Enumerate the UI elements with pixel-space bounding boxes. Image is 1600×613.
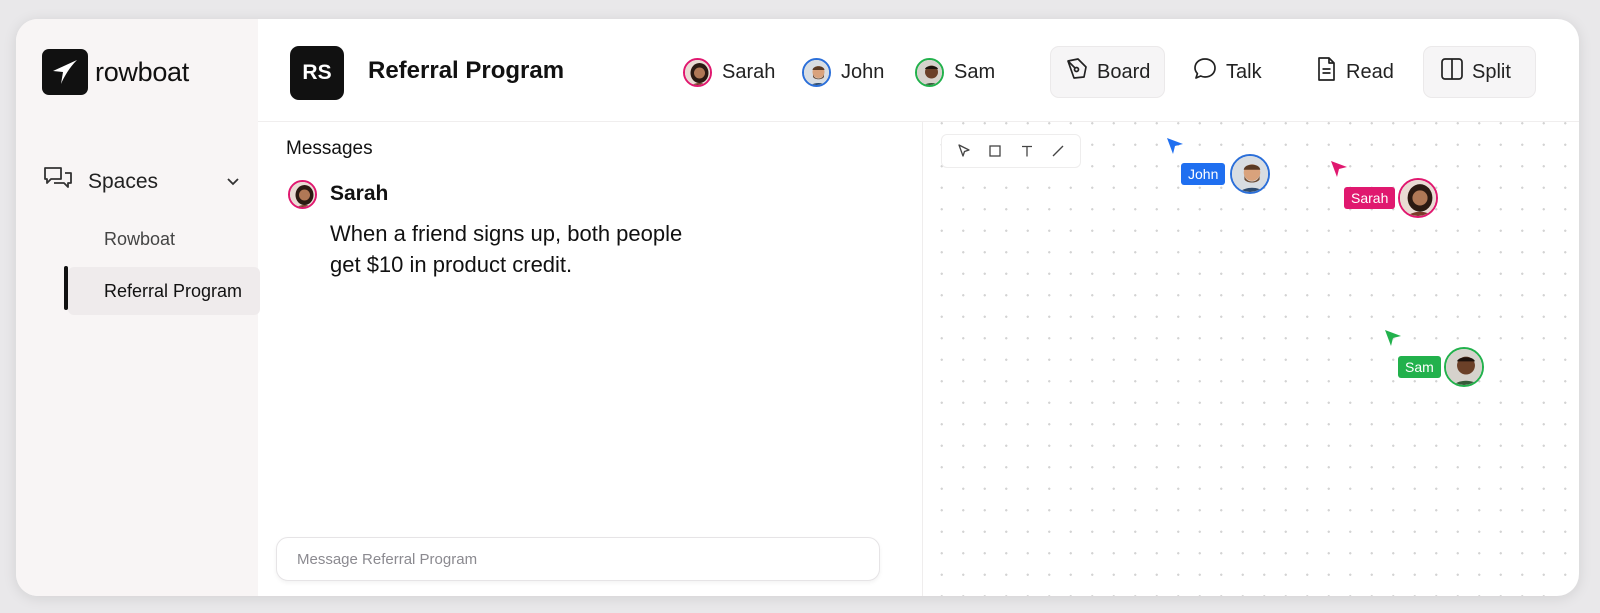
member-name: Sarah xyxy=(722,60,776,83)
john-cursor-icon xyxy=(1167,138,1183,154)
header: RS Referral Program Sarah John Sam Board xyxy=(258,19,1579,122)
avatar xyxy=(915,57,944,87)
line-icon[interactable] xyxy=(1047,140,1069,162)
board-toolbar xyxy=(941,134,1081,168)
view-label: Read xyxy=(1346,60,1394,83)
sidebar-item-referral-program[interactable]: Referral Program xyxy=(68,267,260,315)
view-label: Split xyxy=(1472,60,1511,83)
active-indicator xyxy=(64,266,68,310)
avatar xyxy=(683,57,712,87)
spaces-label: Spaces xyxy=(88,170,159,193)
sidebar-item-label: Referral Program xyxy=(104,280,243,301)
view-board-button[interactable]: Board xyxy=(1050,46,1165,98)
app-name: rowboat xyxy=(95,56,189,87)
messages-panel: Messages Sarah When a friend signs up, b… xyxy=(258,122,921,596)
view-read-button[interactable]: Read xyxy=(1300,46,1405,98)
avatar xyxy=(802,57,831,87)
cursor-label-sarah: Sarah xyxy=(1344,187,1396,209)
sam-cursor-icon xyxy=(1385,330,1401,346)
message-avatar xyxy=(288,180,317,209)
chat-bubbles-icon xyxy=(42,164,74,201)
view-talk-button[interactable]: Talk xyxy=(1178,46,1288,98)
app-window: rowboat Spaces Rowboat Referral Program … xyxy=(16,19,1579,596)
message-input[interactable] xyxy=(295,549,879,569)
cursor-label-john: John xyxy=(1181,163,1226,185)
message-composer[interactable] xyxy=(276,537,880,581)
spaces-section-toggle[interactable]: Spaces xyxy=(42,163,242,201)
avatar xyxy=(1230,154,1270,194)
pen-nib-icon xyxy=(1065,57,1089,87)
member-sam[interactable]: Sam xyxy=(915,55,995,89)
view-label: Talk xyxy=(1226,60,1262,83)
member-sarah[interactable]: Sarah xyxy=(683,55,775,89)
board-canvas[interactable]: John Sarah Sam xyxy=(922,122,1579,596)
avatar xyxy=(1398,178,1438,218)
sidebar: rowboat Spaces Rowboat Referral Program xyxy=(16,19,260,596)
message-text: When a friend signs up, both people get … xyxy=(330,221,683,277)
messages-heading: Messages xyxy=(286,138,373,159)
avatar xyxy=(288,180,317,209)
member-john[interactable]: John xyxy=(802,55,884,89)
sarah-cursor-icon xyxy=(1331,161,1347,177)
sidebar-item-rowboat[interactable]: Rowboat xyxy=(68,215,260,263)
page-title: Referral Program xyxy=(368,57,565,84)
app-logo[interactable]: rowboat xyxy=(42,49,189,95)
chat-bubble-icon xyxy=(1192,56,1218,88)
rowboat-logo-icon xyxy=(42,49,88,95)
sidebar-item-label: Rowboat xyxy=(104,228,176,249)
chevron-down-icon xyxy=(224,172,242,195)
text-icon[interactable] xyxy=(1016,140,1038,162)
document-icon xyxy=(1314,56,1338,88)
view-split-button[interactable]: Split xyxy=(1423,46,1536,98)
view-label: Board xyxy=(1097,60,1151,83)
member-name: John xyxy=(841,60,885,83)
split-view-icon xyxy=(1440,57,1464,87)
pointer-icon[interactable] xyxy=(953,140,975,162)
member-name: Sam xyxy=(954,60,996,83)
rectangle-icon[interactable] xyxy=(984,140,1006,162)
space-badge: RS xyxy=(290,46,344,100)
avatar xyxy=(1444,347,1484,387)
message-author: Sarah xyxy=(330,182,389,205)
cursor-label-sam: Sam xyxy=(1398,356,1441,378)
